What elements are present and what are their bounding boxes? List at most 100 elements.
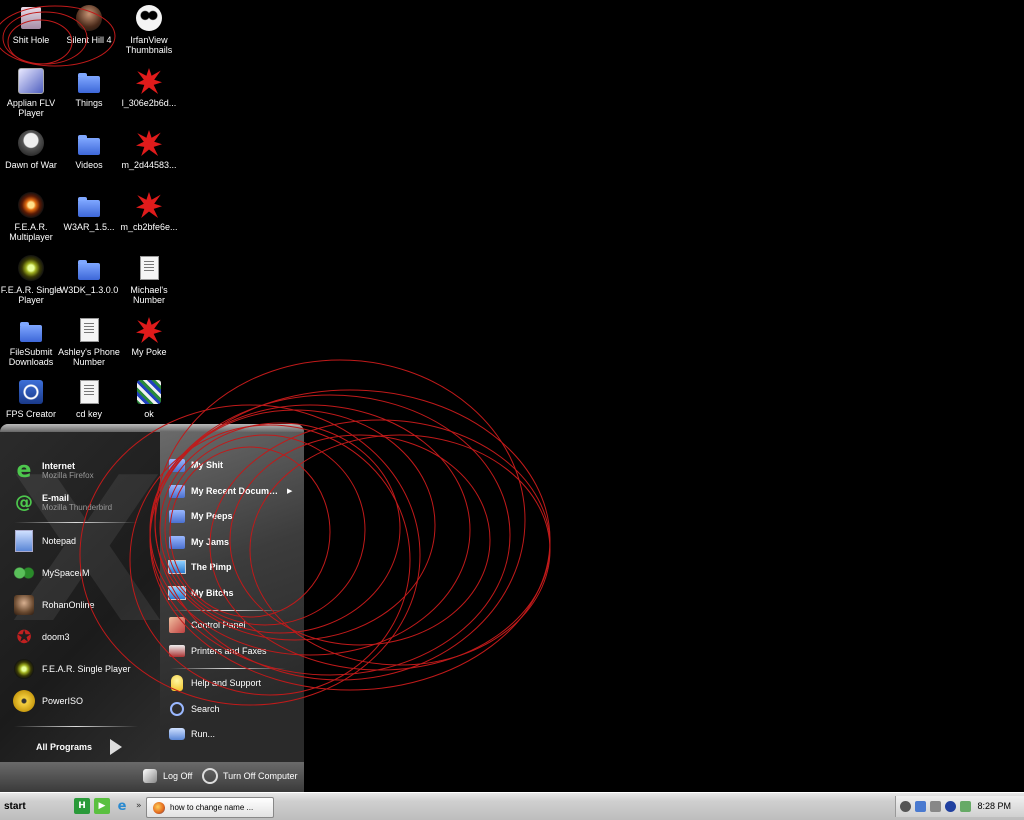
lightbulb-icon: [168, 674, 186, 692]
rohan-icon: [12, 593, 36, 617]
recent-doom3[interactable]: ✪ doom3: [12, 623, 158, 651]
clock[interactable]: 8:28 PM: [977, 801, 1011, 811]
place-the-pimp[interactable]: The Pimp: [168, 556, 298, 578]
start-button[interactable]: start: [0, 793, 66, 820]
pinned-email[interactable]: @ E-mail Mozilla Thunderbird: [12, 488, 158, 516]
recent-notepad[interactable]: Notepad: [12, 527, 158, 555]
quick-launch-ie-icon[interactable]: e: [114, 798, 130, 814]
recent-documents-icon: [168, 482, 186, 500]
submenu-arrow-icon: ▶: [287, 487, 293, 495]
firefox-icon: [153, 801, 165, 814]
help-and-support[interactable]: Help and Support: [168, 672, 298, 694]
fear-eye-icon: [12, 657, 36, 681]
recent-fear-single-player[interactable]: F.E.A.R. Single Player: [12, 655, 158, 683]
desktop-icon-silent-hill-4[interactable]: Silent Hill 4: [58, 3, 120, 45]
desktop-icon-fear-single-player[interactable]: F.E.A.R. Single Player: [0, 253, 62, 305]
tray-arrow-icon[interactable]: [900, 801, 911, 812]
recent-poweriso[interactable]: PowerISO: [12, 687, 158, 715]
recent-myspaceim[interactable]: MySpaceIM: [12, 559, 158, 587]
tray-security-icon[interactable]: [945, 801, 956, 812]
control-panel-icon: [168, 616, 186, 634]
system-separator: [170, 668, 286, 669]
recycle-bin-icon: [16, 3, 46, 33]
panda-icon: [134, 3, 164, 33]
folder-icon: [74, 128, 104, 158]
recent-rohanonline[interactable]: RohanOnline: [12, 591, 158, 619]
text-document-icon: [134, 253, 164, 283]
red-splat-icon: [134, 315, 164, 345]
red-splat-icon: [134, 128, 164, 158]
fear-eye-icon: [16, 190, 46, 220]
recent-separator: [14, 726, 138, 727]
desktop-icon-michaels-number[interactable]: Michael's Number: [118, 253, 180, 305]
log-off-button[interactable]: Log Off: [142, 768, 192, 784]
flv-player-icon: [16, 66, 46, 96]
desktop-icon-w3ar[interactable]: W3AR_1.5...: [58, 190, 120, 232]
computer-icon: [168, 558, 186, 576]
music-folder-icon: [168, 533, 186, 551]
quick-launch-media-icon[interactable]: ▶: [94, 798, 110, 814]
desktop-icon-my-poke[interactable]: My Poke: [118, 315, 180, 357]
pinned-separator: [14, 522, 138, 523]
desktop-icon-fear-multiplayer[interactable]: F.E.A.R. Multiplayer: [0, 190, 62, 242]
folder-icon: [74, 190, 104, 220]
key-icon: [142, 768, 158, 784]
fear-eye-icon: [16, 253, 46, 283]
tray-volume-icon[interactable]: [930, 801, 941, 812]
text-document-icon: [74, 377, 104, 407]
documents-folder-icon: [168, 456, 186, 474]
crosshair-icon: [16, 377, 46, 407]
place-my-peeps[interactable]: My Peeps: [168, 505, 298, 527]
red-splat-icon: [134, 190, 164, 220]
desktop-icon-shit-hole[interactable]: Shit Hole: [0, 3, 62, 45]
pictures-folder-icon: [168, 507, 186, 525]
system-control-panel[interactable]: Control Panel: [168, 614, 298, 636]
desktop: Shit Hole Silent Hill 4 IrfanView Thumbn…: [0, 0, 190, 420]
game-character-icon: [74, 3, 104, 33]
internet-icon: e: [16, 457, 32, 483]
folder-icon: [74, 66, 104, 96]
desktop-icon-things[interactable]: Things: [58, 66, 120, 108]
desktop-icon-m-2d44583[interactable]: m_2d44583...: [118, 128, 180, 170]
pentagram-icon: ✪: [16, 626, 32, 648]
skull-icon: [16, 128, 46, 158]
folder-icon: [74, 253, 104, 283]
quick-launch-h-icon[interactable]: H: [74, 798, 90, 814]
desktop-icon-cd-key[interactable]: cd key: [58, 377, 120, 419]
place-my-jams[interactable]: My Jams: [168, 531, 298, 553]
search-item[interactable]: Search: [168, 698, 298, 720]
pinned-internet[interactable]: e Internet Mozilla Firefox: [12, 456, 158, 484]
desktop-icon-applian-flv[interactable]: Applian FLV Player: [0, 66, 62, 118]
tray-battery-icon[interactable]: [960, 801, 971, 812]
email-icon: @: [15, 491, 33, 513]
place-my-shit[interactable]: My Shit: [168, 454, 298, 476]
turn-off-computer-button[interactable]: Turn Off Computer: [202, 768, 298, 784]
myspaceim-icon: [12, 561, 36, 585]
desktop-icon-ok[interactable]: ok: [118, 377, 180, 419]
red-splat-icon: [134, 66, 164, 96]
quick-launch-more[interactable]: »: [136, 798, 142, 814]
power-icon: [202, 768, 218, 784]
taskbar-window-button[interactable]: how to change name ...: [146, 797, 274, 818]
run-item[interactable]: Run...: [168, 723, 298, 745]
start-menu-header: [0, 424, 304, 432]
desktop-icon-videos[interactable]: Videos: [58, 128, 120, 170]
notepad-icon: [12, 529, 36, 553]
desktop-icon-filesubmit[interactable]: FileSubmit Downloads: [0, 315, 62, 367]
system-tray: 8:28 PM: [895, 796, 1024, 817]
desktop-icon-irfanview[interactable]: IrfanView Thumbnails: [118, 3, 180, 55]
desktop-icon-ashleys-phone[interactable]: Ashley's Phone Number: [58, 315, 120, 367]
all-programs-button[interactable]: All Programs: [36, 739, 123, 755]
desktop-icon-dawn-of-war[interactable]: Dawn of War: [0, 128, 62, 170]
tray-network-icon[interactable]: [915, 801, 926, 812]
desktop-icon-m-cb2bfe6e[interactable]: m_cb2bfe6e...: [118, 190, 180, 232]
system-printers-and-faxes[interactable]: Printers and Faxes: [168, 640, 298, 662]
desktop-icon-fps-creator[interactable]: FPS Creator: [0, 377, 62, 419]
desktop-icon-w3dk[interactable]: W3DK_1.3.0.0: [58, 253, 120, 295]
place-my-bitchs[interactable]: My Bitchs: [168, 582, 298, 604]
place-my-recent-documents[interactable]: My Recent Documents ▶: [168, 480, 298, 502]
quick-launch: H ▶ e »: [74, 798, 142, 814]
cd-icon: [12, 689, 36, 713]
desktop-icon-l-306e2b6d[interactable]: l_306e2b6d...: [118, 66, 180, 108]
places-separator: [170, 610, 286, 611]
